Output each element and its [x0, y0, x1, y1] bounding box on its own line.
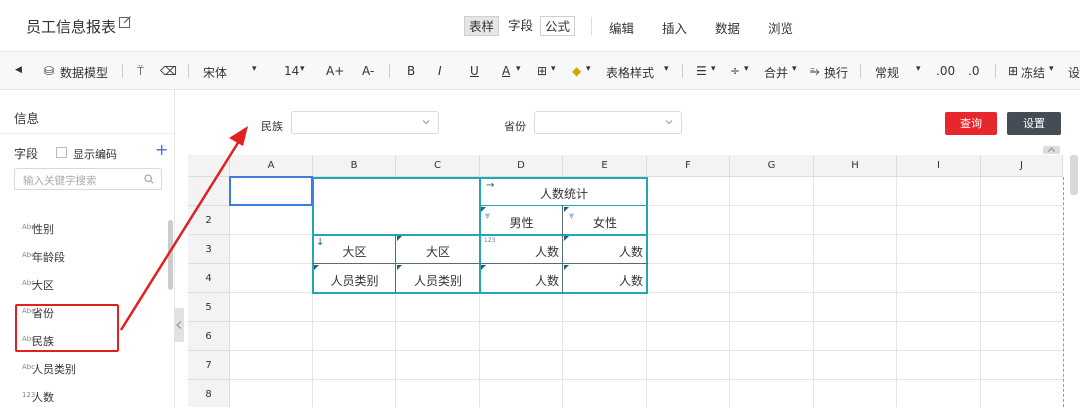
annotation-arrow	[119, 126, 248, 331]
